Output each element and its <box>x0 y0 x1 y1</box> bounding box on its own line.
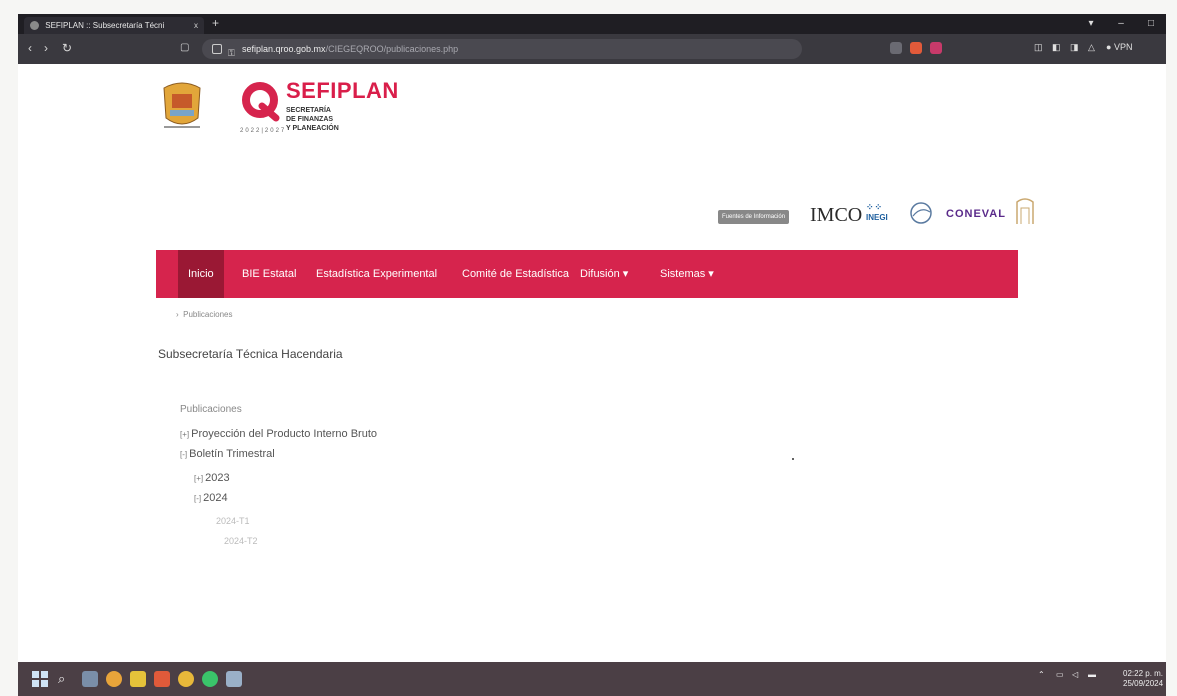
imco-logo[interactable]: IMCO <box>810 204 862 227</box>
page-title: Subsecretaría Técnica Hacendaria <box>158 347 343 361</box>
browser-tab[interactable]: SEFIPLAN :: Subsecretaría Técni x <box>24 17 204 34</box>
section-label: Publicaciones <box>180 404 242 415</box>
extensions-icon[interactable]: ◧ <box>1052 42 1061 53</box>
volume-icon[interactable]: ◁ <box>1072 670 1078 679</box>
partner-logos: Fuentes de Información IMCO ⁘⁘ INEGI CON… <box>718 194 1038 234</box>
share-icon[interactable] <box>890 42 902 54</box>
page-viewport: 2022|2027 SEFIPLAN SECRETARÍA DE FINANZA… <box>18 64 1166 662</box>
tab-bar: SEFIPLAN :: Subsecretaría Técni x + ▾ – … <box>18 14 1166 34</box>
url-domain: sefiplan.qroo.gob.mx <box>242 44 326 54</box>
chrome-alt-icon[interactable] <box>178 671 194 687</box>
breadcrumb-current[interactable]: Publicaciones <box>183 310 232 319</box>
screen: SEFIPLAN :: Subsecretaría Técni x + ▾ – … <box>18 14 1166 696</box>
new-tab-button[interactable]: + <box>212 16 219 30</box>
nav-item-bie-estatal[interactable]: BIE Estatal <box>242 250 296 298</box>
tray-chevron-icon[interactable]: ⌃ <box>1038 670 1045 679</box>
state-logo-icon[interactable] <box>158 78 206 134</box>
brave-icon[interactable] <box>154 671 170 687</box>
task-view-icon[interactable] <box>82 671 98 687</box>
chrome-icon[interactable] <box>106 671 122 687</box>
inegi-dots-icon: ⁘⁘ <box>866 202 884 212</box>
url-path: /CIEGEQROO/publicaciones.php <box>325 44 459 54</box>
taskbar: ⌕ ⌃ ▭ ◁ ▬ 02:22 p. m. 25/09/2024 <box>18 662 1166 696</box>
inegi-logo[interactable]: ⁘⁘ INEGI <box>866 202 888 222</box>
tree-item-label: 2023 <box>205 472 230 484</box>
cursor-dot <box>792 458 794 460</box>
collapse-icon[interactable]: [-] <box>194 494 201 503</box>
tree-item-boletin[interactable]: [-] Boletín Trimestral <box>180 448 275 460</box>
lock-icon: ⚿ <box>228 48 235 58</box>
tree-item-label: Proyección del Producto Interno Bruto <box>191 428 378 440</box>
emblem-logo-icon[interactable] <box>1014 196 1036 226</box>
brand-name[interactable]: SEFIPLAN <box>286 78 399 104</box>
file-explorer-icon[interactable] <box>130 671 146 687</box>
expand-icon[interactable]: [+] <box>194 474 203 483</box>
globe-logo-icon[interactable] <box>908 200 934 226</box>
clock-time: 02:22 p. m. <box>1123 669 1164 678</box>
bookmark-icon[interactable]: ▢ <box>180 41 189 55</box>
nav-item-comite-estadistica[interactable]: Comité de Estadística <box>462 250 569 298</box>
close-tab-icon[interactable]: x <box>194 17 198 34</box>
site-info-icon[interactable] <box>212 44 222 54</box>
back-icon[interactable]: ‹ <box>28 41 32 55</box>
tab-title: SEFIPLAN :: Subsecretaría Técni <box>45 21 165 30</box>
brave-shield-icon[interactable] <box>910 42 922 54</box>
year-strip: 2022|2027 <box>240 128 287 134</box>
taskbar-clock[interactable]: 02:22 p. m. 25/09/2024 <box>1123 669 1163 689</box>
clock-date: 25/09/2024 <box>1123 679 1164 688</box>
inegi-label: INEGI <box>866 213 888 222</box>
tree-item-2024[interactable]: [-] 2024 <box>194 492 228 504</box>
tree-item-pib[interactable]: [+] Proyección del Producto Interno Bruto <box>180 428 377 440</box>
nav-item-difusion[interactable]: Difusión ▾ <box>580 250 628 298</box>
browser-toolbar: ‹ › ↻ ▢ ⚿ sefiplan.qroo.gob.mx/CIEGEQROO… <box>18 34 1166 64</box>
nav-item-inicio[interactable]: Inicio <box>178 250 224 298</box>
reload-icon[interactable]: ↻ <box>62 41 72 55</box>
rewards-icon[interactable] <box>930 42 942 54</box>
minimize-icon[interactable]: ▾ <box>1076 14 1106 34</box>
vpn-label: VPN <box>1113 42 1133 52</box>
close-window-icon[interactable]: □ <box>1136 14 1166 34</box>
expand-icon[interactable]: [+] <box>180 430 189 439</box>
windows-start-icon[interactable] <box>32 671 48 687</box>
tree-item-2024-t2[interactable]: 2024-T2 <box>224 536 258 546</box>
nav-item-sistemas[interactable]: Sistemas ▾ <box>660 250 714 298</box>
vpn-button[interactable]: ● VPN <box>1106 42 1132 52</box>
collapse-icon[interactable]: [-] <box>180 450 187 459</box>
search-icon[interactable]: ⌕ <box>58 671 74 687</box>
nav-item-estadistica-experimental[interactable]: Estadística Experimental <box>316 250 437 298</box>
tree-item-2023[interactable]: [+] 2023 <box>194 472 230 484</box>
app-icon[interactable] <box>226 671 242 687</box>
site-favicon-icon <box>30 21 39 31</box>
breadcrumb: › Publicaciones <box>176 310 232 319</box>
brand-line: Y PLANEACIÓN <box>286 125 339 132</box>
tree-item-label: 2024 <box>203 492 228 504</box>
forward-icon[interactable]: › <box>44 41 48 55</box>
whatsapp-icon[interactable] <box>202 671 218 687</box>
main-nav: Inicio BIE Estatal Estadística Experimen… <box>156 250 1018 298</box>
tree-item-label: Boletín Trimestral <box>189 448 275 460</box>
brand-line: DE FINANZAS <box>286 116 334 123</box>
leo-icon[interactable]: △ <box>1088 42 1095 53</box>
sidebar-icon[interactable]: ◫ <box>1034 42 1043 53</box>
address-bar[interactable]: ⚿ sefiplan.qroo.gob.mx/CIEGEQROO/publica… <box>202 39 802 59</box>
brand-line: SECRETARÍA <box>286 107 331 114</box>
tray-display-icon[interactable]: ▭ <box>1056 670 1064 679</box>
wallet-icon[interactable]: ◨ <box>1070 42 1079 53</box>
maximize-icon[interactable]: – <box>1106 14 1136 34</box>
coneval-logo[interactable]: CONEVAL <box>946 208 1006 220</box>
fuentes-info-badge[interactable]: Fuentes de Información <box>718 210 790 224</box>
brand-subtitle: SECRETARÍA DE FINANZAS Y PLANEACIÓN <box>286 106 339 133</box>
battery-icon[interactable]: ▬ <box>1088 670 1096 679</box>
quintana-roo-q-logo-icon[interactable] <box>240 82 280 122</box>
tree-item-2024-t1[interactable]: 2024-T1 <box>216 516 250 526</box>
